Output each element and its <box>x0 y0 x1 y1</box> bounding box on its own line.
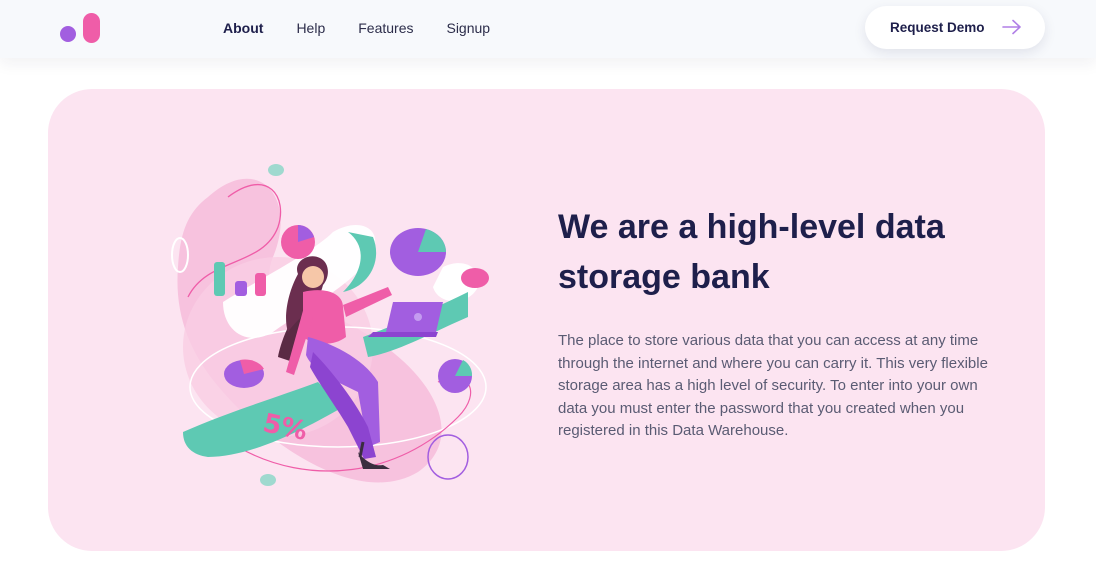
logo-pill <box>83 13 100 43</box>
nav-link-features[interactable]: Features <box>358 19 413 37</box>
nav-links: About Help Features Signup <box>223 19 523 37</box>
hero-section: 5% We are a high-level data storage bank… <box>48 89 1045 551</box>
logo[interactable] <box>59 12 103 44</box>
logo-dot <box>60 26 76 42</box>
arrow-right-icon <box>1002 19 1021 35</box>
navbar: About Help Features Signup Request Demo <box>0 0 1096 58</box>
nav-link-help[interactable]: Help <box>296 19 325 37</box>
nav-link-about[interactable]: About <box>223 19 263 37</box>
hero-title: We are a high-level data storage bank <box>558 208 945 296</box>
data-storage-illustration: 5% <box>171 164 489 486</box>
request-demo-label: Request Demo <box>890 20 985 35</box>
request-demo-button[interactable]: Request Demo <box>865 6 1045 49</box>
nav-link-signup[interactable]: Signup <box>446 19 490 37</box>
hero-description: The place to store various data that you… <box>558 332 988 439</box>
